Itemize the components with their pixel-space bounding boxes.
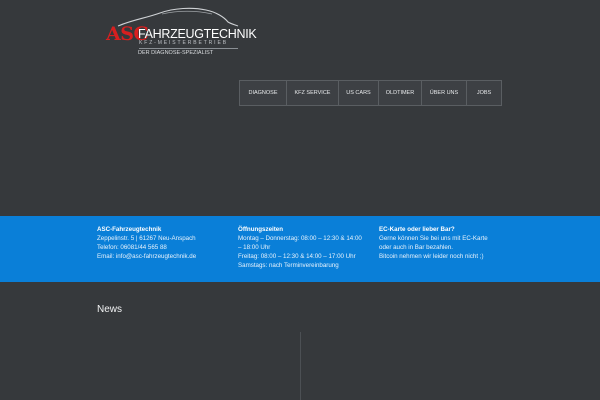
payment-line-bitcoin: Bitcoin nehmen wir leider noch nicht ;) — [379, 253, 484, 260]
site-logo[interactable]: ASC FAHRZEUGTECHNIK KFZ-MEISTERBETRIEB D… — [106, 4, 257, 58]
hours-line-weekdays-cont: – 18:00 Uhr — [238, 244, 271, 251]
logo-divider — [139, 48, 238, 49]
hours-title: Öffnungszeiten — [238, 226, 284, 233]
payment-column: EC-Karte oder lieber Bar? Gerne können S… — [379, 225, 488, 261]
nav-item-jobs[interactable]: JOBS — [467, 81, 501, 105]
nav-item-us-cars[interactable]: US CARS — [339, 81, 379, 105]
payment-line-cash: oder auch in Bar bezahlen. — [379, 244, 453, 251]
main-navigation: DIAGNOSE KFZ SERVICE US CARS OLDTIMER ÜB… — [239, 80, 502, 106]
info-band: ASC-Fahrzeugtechnik Zeppelinstr. 5 | 612… — [0, 216, 600, 282]
contact-address: Zeppelinstr. 5 | 61267 Neu-Anspach — [97, 235, 196, 242]
nav-item-kfz-service[interactable]: KFZ SERVICE — [287, 81, 339, 105]
news-heading: News — [97, 304, 123, 315]
column-divider — [300, 332, 301, 400]
payment-title: EC-Karte oder lieber Bar? — [379, 226, 455, 233]
logo-tagline: DER DIAGNOSE-SPEZIALIST — [138, 50, 214, 56]
logo-subtitle: KFZ-MEISTERBETRIEB — [139, 40, 228, 46]
hours-column: Öffnungszeiten Montag – Donnerstag: 08:0… — [238, 225, 362, 270]
nav-item-diagnose[interactable]: DIAGNOSE — [240, 81, 287, 105]
hours-line-friday: Freitag: 08:00 – 12:30 & 14:00 – 17:00 U… — [238, 253, 356, 260]
contact-title: ASC-Fahrzeugtechnik — [97, 226, 162, 233]
nav-item-oldtimer[interactable]: OLDTIMER — [379, 81, 422, 105]
logo-company-name: FAHRZEUGTECHNIK — [138, 27, 257, 41]
contact-column: ASC-Fahrzeugtechnik Zeppelinstr. 5 | 612… — [97, 225, 196, 261]
contact-email[interactable]: Email: info@asc-fahrzeugtechnik.de — [97, 252, 196, 261]
hours-line-weekdays: Montag – Donnerstag: 08:00 – 12:30 & 14:… — [238, 235, 362, 242]
contact-phone[interactable]: Telefon: 06081/44 565 88 — [97, 243, 196, 252]
hours-line-saturday: Samstags: nach Terminvereinbarung — [238, 262, 339, 269]
nav-item-ueber-uns[interactable]: ÜBER UNS — [422, 81, 467, 105]
payment-line-ec: Gerne können Sie bei uns mit EC-Karte — [379, 235, 488, 242]
